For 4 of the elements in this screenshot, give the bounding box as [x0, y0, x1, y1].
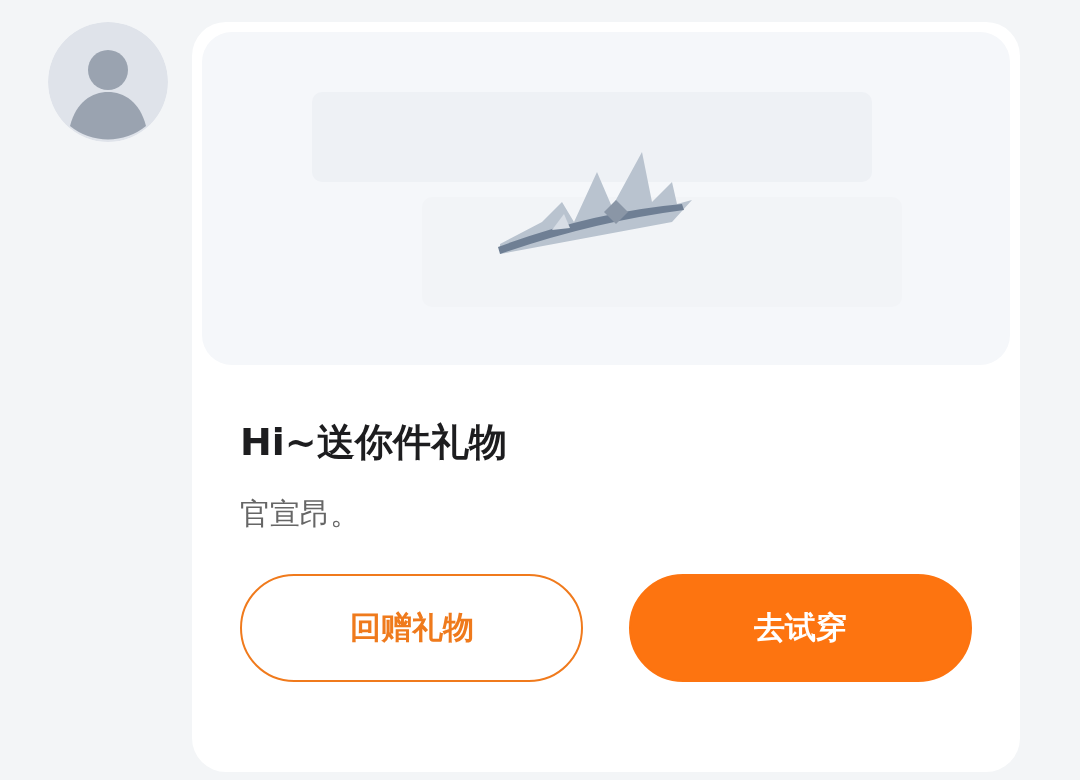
message-text: 官宣昂。: [240, 495, 361, 532]
try-on-button[interactable]: 去试穿: [629, 573, 972, 682]
return-gift-button[interactable]: 回赠礼物: [240, 573, 583, 682]
message-title: Hi~送你件礼物: [240, 420, 508, 466]
